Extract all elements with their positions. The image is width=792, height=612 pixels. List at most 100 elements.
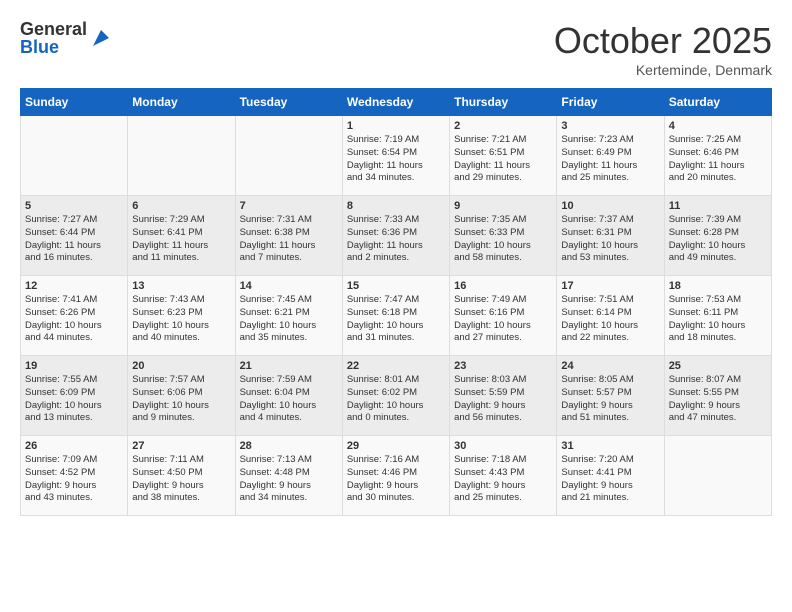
calendar-cell: 29 Sunrise: 7:16 AM Sunset: 4:46 PM Dayli… [342, 436, 449, 516]
day-info: Sunrise: 7:55 AM Sunset: 6:09 PM Dayligh… [25, 374, 123, 425]
col-header-saturday: Saturday [664, 89, 771, 116]
day-info: Sunrise: 7:27 AM Sunset: 6:44 PM Dayligh… [25, 214, 123, 265]
calendar-cell: 5 Sunrise: 7:27 AM Sunset: 6:44 PM Daylig… [21, 196, 128, 276]
day-number: 31 [561, 440, 659, 452]
day-number: 13 [132, 280, 230, 292]
calendar-cell: 2 Sunrise: 7:21 AM Sunset: 6:51 PM Daylig… [450, 116, 557, 196]
calendar-cell: 21 Sunrise: 7:59 AM Sunset: 6:04 PM Dayli… [235, 356, 342, 436]
day-info: Sunrise: 7:21 AM Sunset: 6:51 PM Dayligh… [454, 134, 552, 185]
calendar-cell: 24 Sunrise: 8:05 AM Sunset: 5:57 PM Dayli… [557, 356, 664, 436]
col-header-thursday: Thursday [450, 89, 557, 116]
calendar-cell: 27 Sunrise: 7:11 AM Sunset: 4:50 PM Dayli… [128, 436, 235, 516]
day-number: 28 [240, 440, 338, 452]
day-info: Sunrise: 8:01 AM Sunset: 6:02 PM Dayligh… [347, 374, 445, 425]
calendar-cell [128, 116, 235, 196]
day-info: Sunrise: 7:59 AM Sunset: 6:04 PM Dayligh… [240, 374, 338, 425]
day-number: 7 [240, 200, 338, 212]
day-number: 18 [669, 280, 767, 292]
day-number: 29 [347, 440, 445, 452]
calendar-week-row: 19 Sunrise: 7:55 AM Sunset: 6:09 PM Dayli… [21, 356, 772, 436]
col-header-sunday: Sunday [21, 89, 128, 116]
calendar-week-row: 5 Sunrise: 7:27 AM Sunset: 6:44 PM Daylig… [21, 196, 772, 276]
calendar-cell: 23Sunrise: 8:03 AM Sunset: 5:59 PM Dayli… [450, 356, 557, 436]
calendar-week-row: 1 Sunrise: 7:19 AM Sunset: 6:54 PM Daylig… [21, 116, 772, 196]
calendar-cell [21, 116, 128, 196]
day-info: Sunrise: 7:43 AM Sunset: 6:23 PM Dayligh… [132, 294, 230, 345]
month-year-heading: October 2025 [554, 20, 772, 62]
col-header-friday: Friday [557, 89, 664, 116]
day-info: Sunrise: 7:37 AM Sunset: 6:31 PM Dayligh… [561, 214, 659, 265]
calendar-cell [235, 116, 342, 196]
day-number: 16 [454, 280, 552, 292]
logo: General Blue [20, 20, 113, 56]
calendar-cell: 4Sunrise: 7:25 AM Sunset: 6:46 PM Daylig… [664, 116, 771, 196]
calendar-cell: 10 Sunrise: 7:37 AM Sunset: 6:31 PM Dayli… [557, 196, 664, 276]
calendar-cell [664, 436, 771, 516]
col-header-wednesday: Wednesday [342, 89, 449, 116]
calendar-header-row: SundayMondayTuesdayWednesdayThursdayFrid… [21, 89, 772, 116]
calendar-cell: 6Sunrise: 7:29 AM Sunset: 6:41 PM Daylig… [128, 196, 235, 276]
day-number: 3 [561, 120, 659, 132]
day-info: Sunrise: 8:03 AM Sunset: 5:59 PM Dayligh… [454, 374, 552, 425]
calendar-cell: 16 Sunrise: 7:49 AM Sunset: 6:16 PM Dayli… [450, 276, 557, 356]
day-info: Sunrise: 7:16 AM Sunset: 4:46 PM Dayligh… [347, 454, 445, 505]
day-number: 1 [347, 120, 445, 132]
day-info: Sunrise: 7:18 AM Sunset: 4:43 PM Dayligh… [454, 454, 552, 505]
logo-general: General [20, 20, 87, 38]
day-info: Sunrise: 7:57 AM Sunset: 6:06 PM Dayligh… [132, 374, 230, 425]
day-info: Sunrise: 7:49 AM Sunset: 6:16 PM Dayligh… [454, 294, 552, 345]
col-header-monday: Monday [128, 89, 235, 116]
day-number: 17 [561, 280, 659, 292]
day-info: Sunrise: 7:47 AM Sunset: 6:18 PM Dayligh… [347, 294, 445, 345]
day-info: Sunrise: 7:35 AM Sunset: 6:33 PM Dayligh… [454, 214, 552, 265]
day-number: 21 [240, 360, 338, 372]
day-number: 30 [454, 440, 552, 452]
day-number: 9 [454, 200, 552, 212]
calendar-cell: 30 Sunrise: 7:18 AM Sunset: 4:43 PM Dayli… [450, 436, 557, 516]
day-info: Sunrise: 7:53 AM Sunset: 6:11 PM Dayligh… [669, 294, 767, 345]
location-label: Kerteminde, Denmark [554, 62, 772, 78]
calendar-cell: 7 Sunrise: 7:31 AM Sunset: 6:38 PM Daylig… [235, 196, 342, 276]
calendar-cell: 28Sunrise: 7:13 AM Sunset: 4:48 PM Dayli… [235, 436, 342, 516]
day-info: Sunrise: 7:31 AM Sunset: 6:38 PM Dayligh… [240, 214, 338, 265]
calendar-week-row: 12 Sunrise: 7:41 AM Sunset: 6:26 PM Dayli… [21, 276, 772, 356]
calendar-cell: 20 Sunrise: 7:57 AM Sunset: 6:06 PM Dayli… [128, 356, 235, 436]
day-number: 20 [132, 360, 230, 372]
calendar-cell: 8Sunrise: 7:33 AM Sunset: 6:36 PM Daylig… [342, 196, 449, 276]
day-number: 27 [132, 440, 230, 452]
calendar-cell: 13 Sunrise: 7:43 AM Sunset: 6:23 PM Dayli… [128, 276, 235, 356]
calendar-cell: 19 Sunrise: 7:55 AM Sunset: 6:09 PM Dayli… [21, 356, 128, 436]
day-info: Sunrise: 7:11 AM Sunset: 4:50 PM Dayligh… [132, 454, 230, 505]
calendar-cell: 9 Sunrise: 7:35 AM Sunset: 6:33 PM Daylig… [450, 196, 557, 276]
day-number: 25 [669, 360, 767, 372]
day-info: Sunrise: 7:45 AM Sunset: 6:21 PM Dayligh… [240, 294, 338, 345]
day-number: 10 [561, 200, 659, 212]
day-info: Sunrise: 8:07 AM Sunset: 5:55 PM Dayligh… [669, 374, 767, 425]
logo-wordmark: General Blue [20, 20, 113, 56]
calendar-cell: 1 Sunrise: 7:19 AM Sunset: 6:54 PM Daylig… [342, 116, 449, 196]
calendar-cell: 12 Sunrise: 7:41 AM Sunset: 6:26 PM Dayli… [21, 276, 128, 356]
col-header-tuesday: Tuesday [235, 89, 342, 116]
day-info: Sunrise: 7:09 AM Sunset: 4:52 PM Dayligh… [25, 454, 123, 505]
day-info: Sunrise: 7:25 AM Sunset: 6:46 PM Dayligh… [669, 134, 767, 185]
day-number: 24 [561, 360, 659, 372]
day-number: 5 [25, 200, 123, 212]
calendar-cell: 31 Sunrise: 7:20 AM Sunset: 4:41 PM Dayli… [557, 436, 664, 516]
day-info: Sunrise: 7:23 AM Sunset: 6:49 PM Dayligh… [561, 134, 659, 185]
day-info: Sunrise: 7:33 AM Sunset: 6:36 PM Dayligh… [347, 214, 445, 265]
day-info: Sunrise: 7:39 AM Sunset: 6:28 PM Dayligh… [669, 214, 767, 265]
day-number: 12 [25, 280, 123, 292]
day-number: 2 [454, 120, 552, 132]
day-info: Sunrise: 7:19 AM Sunset: 6:54 PM Dayligh… [347, 134, 445, 185]
day-info: Sunrise: 7:20 AM Sunset: 4:41 PM Dayligh… [561, 454, 659, 505]
day-number: 11 [669, 200, 767, 212]
day-info: Sunrise: 8:05 AM Sunset: 5:57 PM Dayligh… [561, 374, 659, 425]
calendar-cell: 11 Sunrise: 7:39 AM Sunset: 6:28 PM Dayli… [664, 196, 771, 276]
day-info: Sunrise: 7:51 AM Sunset: 6:14 PM Dayligh… [561, 294, 659, 345]
calendar-cell: 15 Sunrise: 7:47 AM Sunset: 6:18 PM Dayli… [342, 276, 449, 356]
day-info: Sunrise: 7:41 AM Sunset: 6:26 PM Dayligh… [25, 294, 123, 345]
day-number: 19 [25, 360, 123, 372]
day-number: 15 [347, 280, 445, 292]
calendar-cell: 18 Sunrise: 7:53 AM Sunset: 6:11 PM Dayli… [664, 276, 771, 356]
calendar-cell: 14Sunrise: 7:45 AM Sunset: 6:21 PM Dayli… [235, 276, 342, 356]
